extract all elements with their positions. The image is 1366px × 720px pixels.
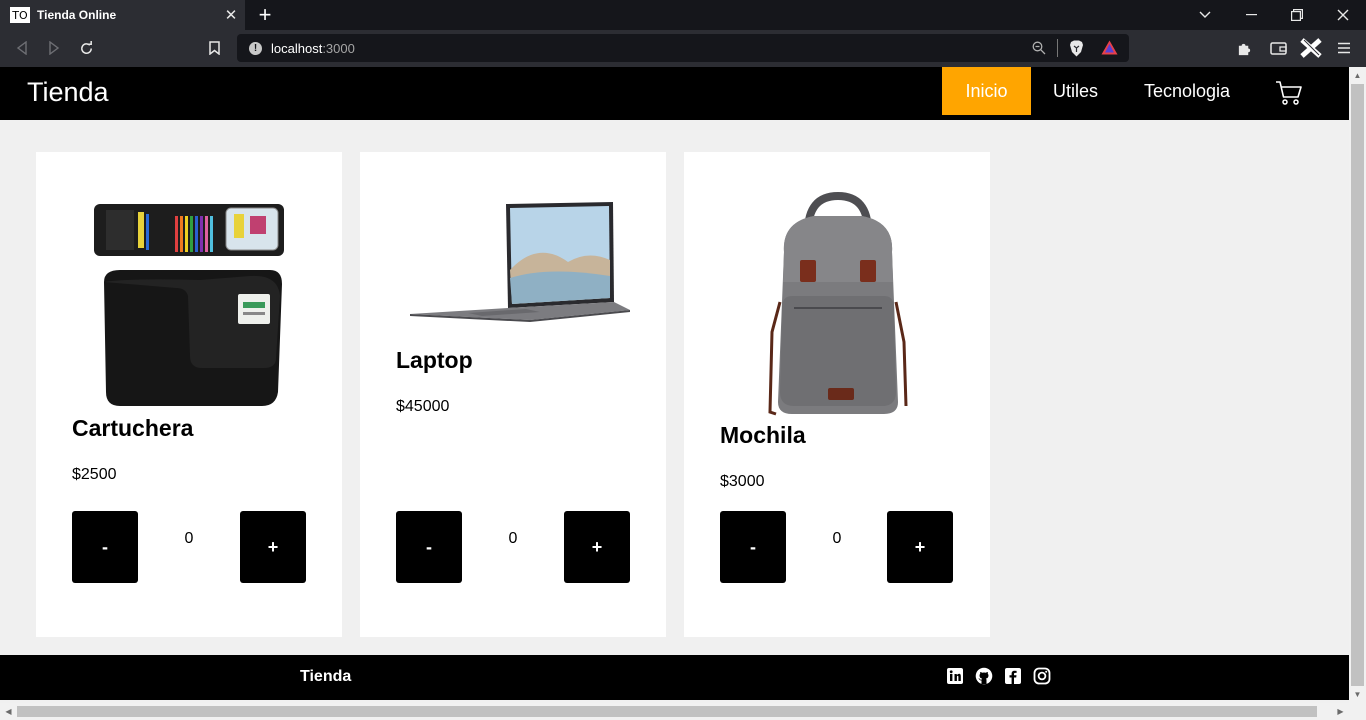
horizontal-scroll-thumb[interactable]	[17, 706, 1317, 717]
restore-icon[interactable]	[1274, 0, 1320, 30]
zoom-icon[interactable]	[1032, 41, 1046, 60]
instagram-icon[interactable]	[1033, 667, 1051, 685]
footer-brand: Tienda	[300, 668, 352, 685]
product-price: $3000	[720, 473, 765, 490]
brave-rewards-icon[interactable]	[1101, 40, 1118, 60]
backpack-image[interactable]	[764, 191, 912, 418]
nav-link-tecnologia[interactable]: Tecnologia	[1134, 67, 1240, 115]
nav-link-inicio[interactable]: Inicio	[942, 67, 1031, 115]
browser-toolbar: ! localhost:3000	[0, 30, 1366, 67]
cart-icon[interactable]	[1275, 80, 1303, 106]
url-host: localhost	[271, 40, 323, 56]
site-brand[interactable]: Tienda	[27, 77, 109, 108]
horizontal-scrollbar[interactable]: ◀ ▶	[0, 703, 1366, 720]
site-navbar: Tienda Inicio Utiles Tecnologia	[0, 67, 1349, 120]
product-card: Laptop $45000 - 0 +	[360, 152, 666, 637]
extensions-icon[interactable]	[1231, 36, 1257, 60]
site-footer: Tienda	[0, 655, 1349, 700]
tab-search-icon[interactable]	[1182, 0, 1228, 30]
menu-icon[interactable]	[1331, 36, 1357, 60]
product-price: $45000	[396, 398, 450, 415]
pencil-case-image[interactable]	[90, 192, 290, 410]
product-name: Laptop	[396, 347, 473, 373]
product-price: $2500	[72, 466, 117, 483]
site-info-icon[interactable]: !	[249, 41, 262, 55]
profile-icon[interactable]	[1298, 36, 1324, 60]
product-name: Cartuchera	[72, 415, 194, 441]
increase-button[interactable]: +	[240, 511, 306, 583]
product-name: Mochila	[720, 422, 806, 448]
browser-tab-bar: TO Tienda Online ✕ +	[0, 0, 1366, 30]
facebook-icon[interactable]	[1004, 667, 1022, 685]
scroll-down-icon[interactable]: ▼	[1349, 686, 1366, 703]
increase-button[interactable]: +	[564, 511, 630, 583]
wallet-icon[interactable]	[1265, 36, 1291, 60]
scroll-right-icon[interactable]: ▶	[1332, 703, 1349, 720]
back-icon[interactable]	[9, 36, 35, 60]
github-icon[interactable]	[975, 667, 993, 685]
scroll-up-icon[interactable]: ▲	[1349, 67, 1366, 84]
product-card: Mochila $3000 - 0 +	[684, 152, 990, 637]
product-card: Cartuchera $2500 - 0 +	[36, 152, 342, 637]
url-port: :3000	[322, 40, 355, 56]
linkedin-icon[interactable]	[946, 667, 964, 685]
favicon: TO	[10, 7, 30, 23]
address-bar[interactable]: ! localhost:3000	[237, 34, 1129, 62]
new-tab-button[interactable]: +	[254, 2, 276, 28]
brave-shield-icon[interactable]	[1069, 40, 1084, 62]
increase-button[interactable]: +	[887, 511, 953, 583]
forward-icon[interactable]	[41, 36, 67, 60]
vertical-scroll-thumb[interactable]	[1351, 84, 1364, 686]
laptop-image[interactable]	[408, 200, 632, 324]
address-divider	[1057, 39, 1058, 57]
tab-title: Tienda Online	[37, 8, 117, 22]
browser-tab[interactable]: TO Tienda Online ✕	[0, 0, 245, 30]
close-window-icon[interactable]	[1320, 0, 1366, 30]
reload-icon[interactable]	[73, 36, 99, 60]
nav-link-utiles[interactable]: Utiles	[1038, 67, 1113, 115]
tab-close-icon[interactable]: ✕	[217, 6, 245, 24]
minimize-icon[interactable]	[1228, 0, 1274, 30]
scroll-left-icon[interactable]: ◀	[0, 703, 17, 720]
vertical-scrollbar[interactable]: ▲ ▼	[1349, 67, 1366, 703]
bookmark-icon[interactable]	[201, 36, 227, 60]
